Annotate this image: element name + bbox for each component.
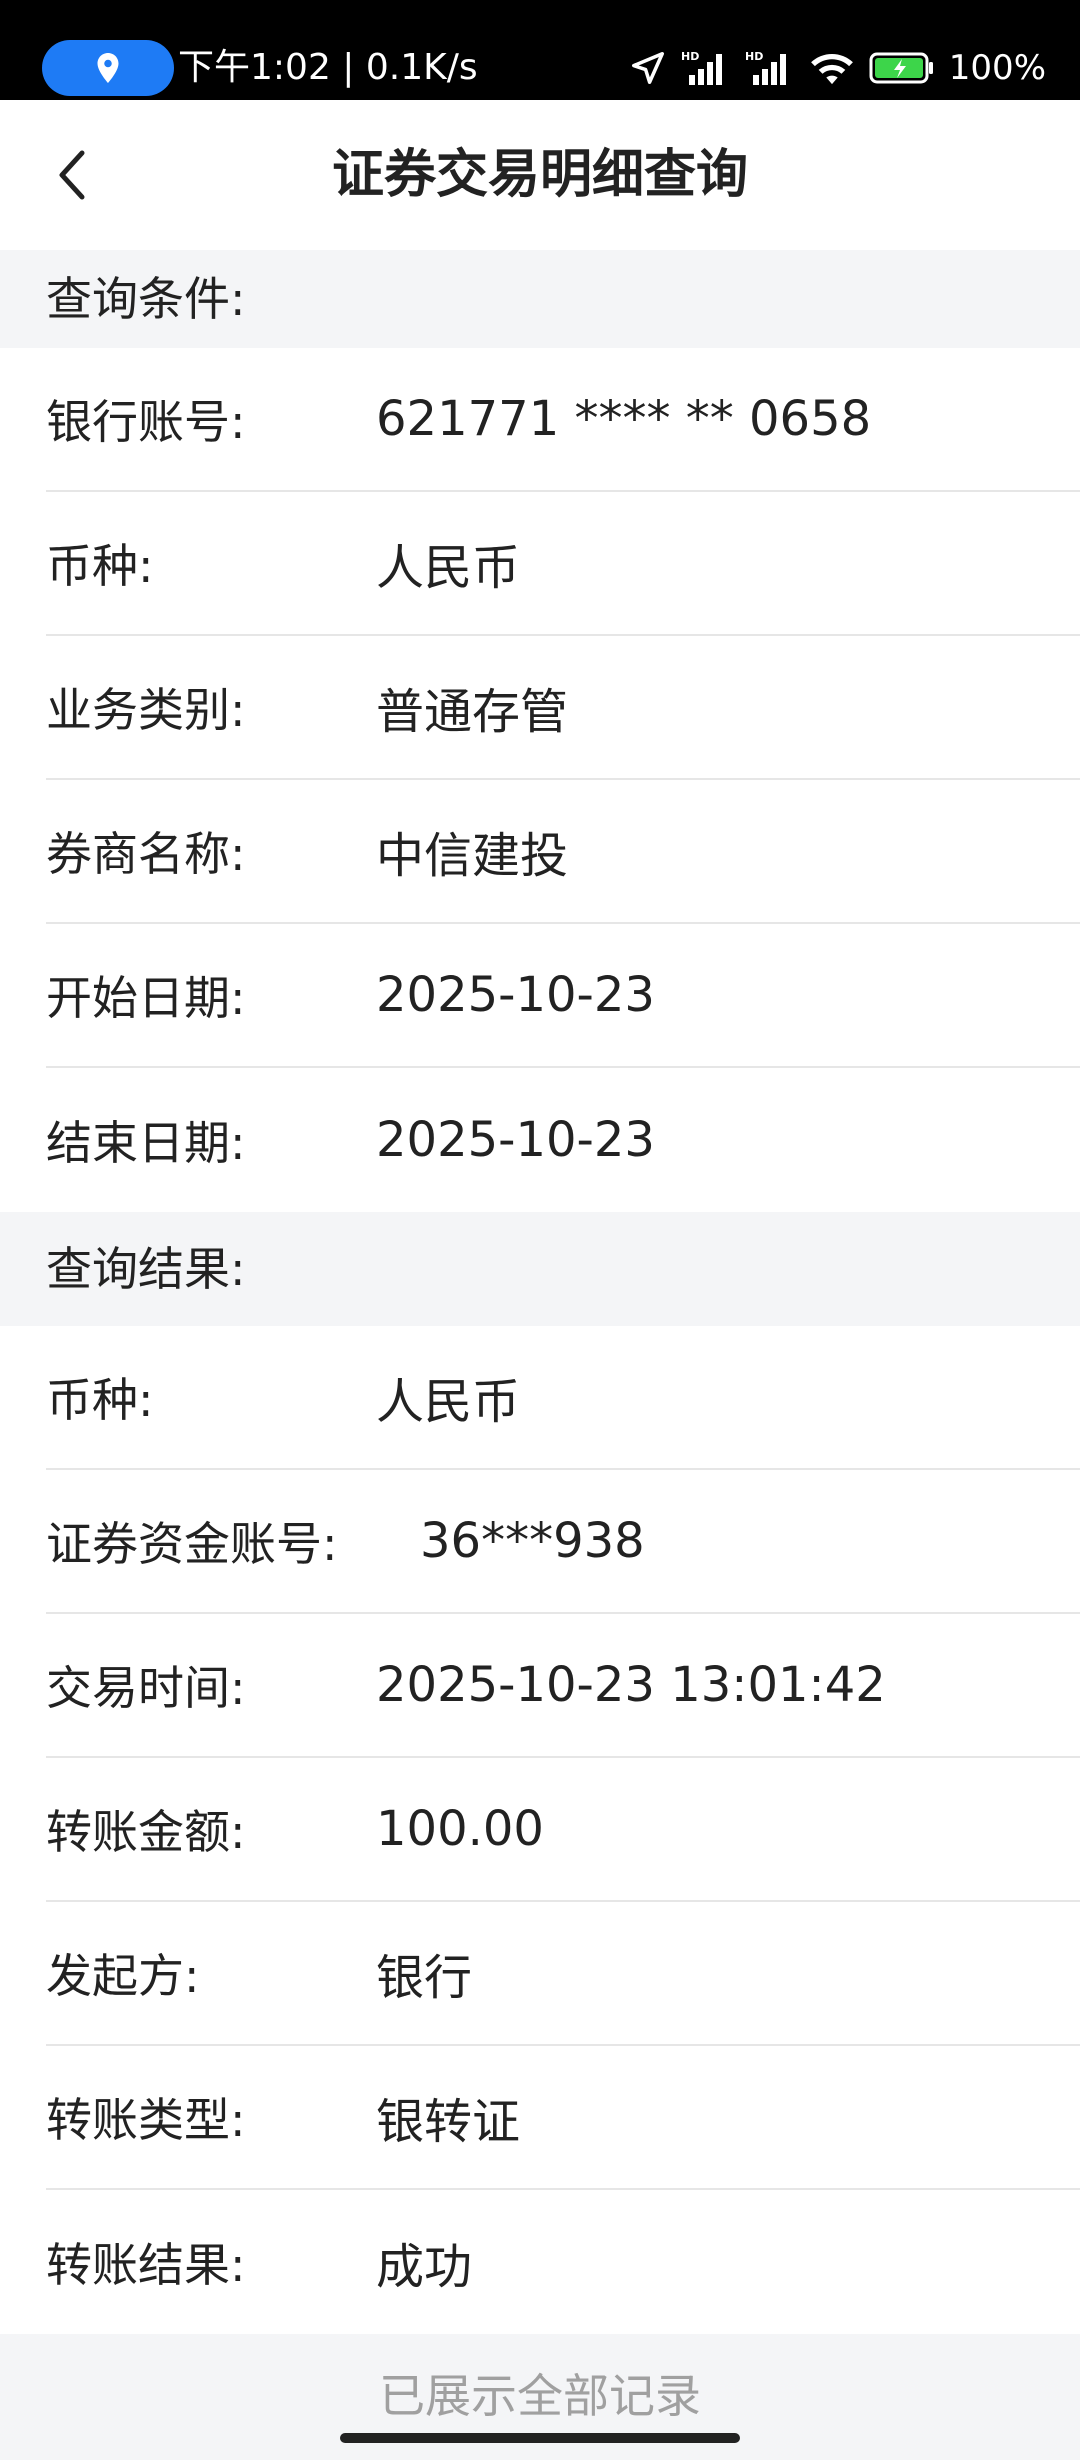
location-indicator[interactable] (42, 40, 174, 96)
row-value: 621771 **** ** 0658 (376, 391, 872, 447)
row-label: 转账结果: (46, 2238, 246, 2292)
row-start-date: 开始日期: 2025-10-23 (46, 924, 1080, 1068)
row-value: 2025-10-23 13:01:42 (376, 1657, 886, 1713)
back-button[interactable] (40, 140, 104, 210)
row-label: 币种: (46, 539, 154, 593)
row-initiator: 发起方: 银行 (46, 1902, 1080, 2046)
chevron-left-icon (59, 150, 85, 200)
row-transfer-type: 转账类型: 银转证 (46, 2046, 1080, 2190)
row-value: 银行 (376, 1950, 473, 2006)
navigation-arrow-icon (631, 52, 664, 84)
row-transfer-amount: 转账金额: 100.00 (46, 1758, 1080, 1902)
home-indicator[interactable] (340, 2433, 740, 2443)
row-value: 100.00 (376, 1801, 544, 1857)
row-transaction-time: 交易时间: 2025-10-23 13:01:42 (46, 1614, 1080, 1758)
row-value: 人民币 (376, 540, 521, 596)
query-results-header: 查询结果: (0, 1212, 1080, 1326)
row-end-date: 结束日期: 2025-10-23 (46, 1068, 1080, 1212)
all-records-shown-text: 已展示全部记录 (379, 2369, 701, 2423)
row-label: 发起方: (46, 1949, 200, 2003)
status-bar: 下午1:02 | 0.1K/s HD HD 100% (0, 0, 1080, 100)
svg-text:HD: HD (745, 50, 763, 63)
row-value: 中信建投 (376, 828, 569, 884)
row-label: 证券资金账号: (46, 1517, 338, 1571)
battery-percent: 100% (948, 48, 1046, 88)
row-value: 2025-10-23 (376, 967, 655, 1023)
wifi-icon (810, 53, 853, 85)
location-icon (97, 53, 119, 83)
battery-charging-icon (869, 52, 933, 84)
query-conditions-header: 查询条件: (0, 250, 1080, 348)
row-value: 银转证 (376, 2094, 521, 2150)
row-label: 业务类别: (46, 683, 246, 737)
row-value: 成功 (376, 2239, 473, 2295)
row-label: 转账金额: (46, 1805, 246, 1859)
row-transfer-result: 转账结果: 成功 (46, 2190, 1080, 2334)
signal-hd-icon: HD (745, 50, 786, 85)
navigation-bar: 证券交易明细查询 (0, 100, 1080, 250)
signal-hd-icon: HD (681, 50, 722, 85)
row-business-type: 业务类别: 普通存管 (46, 636, 1080, 780)
row-label: 结束日期: (46, 1116, 246, 1170)
query-conditions-list: 银行账号: 621771 **** ** 0658 币种: 人民币 业务类别: … (0, 348, 1080, 1212)
row-value: 36***938 (420, 1513, 645, 1569)
row-broker-name: 券商名称: 中信建投 (46, 780, 1080, 924)
row-value: 人民币 (376, 1374, 521, 1430)
row-label: 交易时间: (46, 1661, 246, 1715)
page-title: 证券交易明细查询 (331, 145, 748, 205)
status-icons: HD HD 100% (629, 44, 1046, 92)
row-value: 普通存管 (376, 684, 569, 740)
row-bank-account: 银行账号: 621771 **** ** 0658 (46, 348, 1080, 492)
status-time-speed: 下午1:02 | 0.1K/s (178, 47, 478, 88)
row-label: 开始日期: (46, 971, 246, 1025)
row-securities-account: 证券资金账号: 36***938 (46, 1470, 1080, 1614)
row-currency: 币种: 人民币 (46, 492, 1080, 636)
row-label: 券商名称: (46, 827, 246, 881)
row-value: 2025-10-23 (376, 1112, 655, 1168)
row-label: 转账类型: (46, 2093, 246, 2147)
query-results-list: 币种: 人民币 证券资金账号: 36***938 交易时间: 2025-10-2… (0, 1326, 1080, 2334)
svg-text:HD: HD (681, 50, 699, 63)
row-label: 银行账号: (46, 395, 246, 449)
row-result-currency: 币种: 人民币 (46, 1326, 1080, 1470)
row-label: 币种: (46, 1373, 154, 1427)
